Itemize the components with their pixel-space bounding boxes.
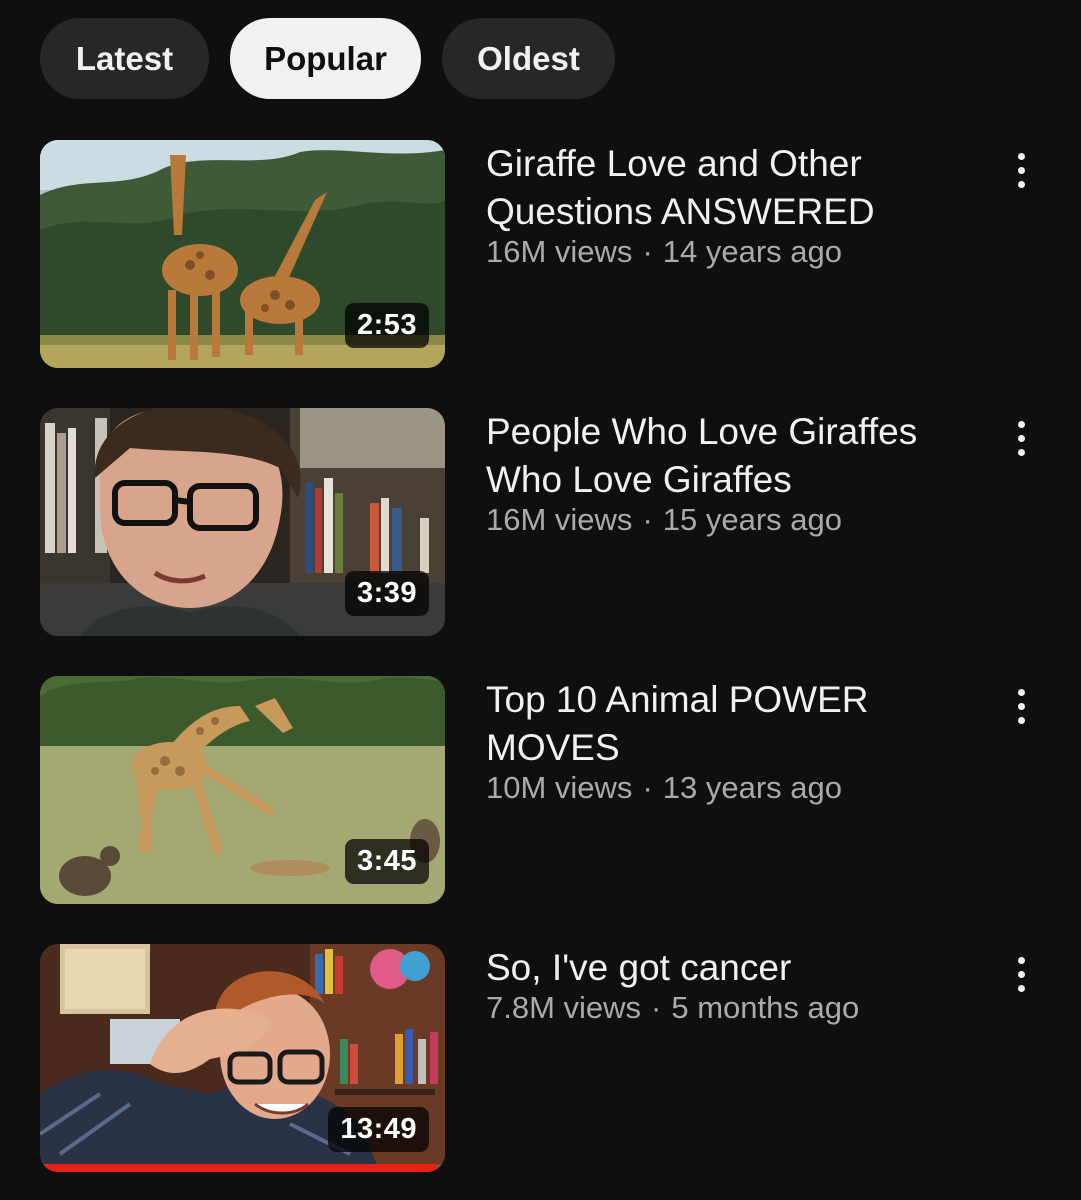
video-views: 16M views (486, 502, 633, 537)
video-stats: 16M views · 14 years ago (486, 232, 966, 272)
video-views: 10M views (486, 770, 633, 805)
video-views: 7.8M views (486, 990, 642, 1025)
separator-dot: · (642, 234, 653, 269)
more-options-icon[interactable] (1001, 684, 1041, 728)
video-item[interactable]: 13:49 So, I've got cancer 7.8M views · 5 m… (40, 944, 1040, 1172)
separator-dot: · (642, 770, 653, 805)
video-age: 14 years ago (662, 234, 842, 269)
video-meta: So, I've got cancer 7.8M views · 5 months … (486, 944, 966, 1028)
video-duration: 2:53 (344, 303, 429, 348)
filter-chip-oldest[interactable]: Oldest (442, 18, 615, 99)
video-item[interactable]: 3:39 People Who Love Giraffes Who Love G… (40, 408, 1040, 636)
video-meta: Top 10 Animal POWER MOVES 10M views · 13 y… (486, 676, 966, 808)
video-thumbnail[interactable]: 3:45 (40, 676, 445, 904)
video-thumbnail[interactable]: 13:49 (40, 944, 445, 1172)
watch-progress-fill (40, 1164, 437, 1172)
video-title[interactable]: Top 10 Animal POWER MOVES (486, 676, 966, 772)
video-stats: 16M views · 15 years ago (486, 500, 966, 540)
sort-filter-bar: Latest Popular Oldest (40, 18, 615, 99)
video-duration: 3:45 (344, 839, 429, 884)
separator-dot: · (642, 502, 653, 537)
more-options-icon[interactable] (1001, 952, 1041, 996)
video-meta: Giraffe Love and Other Questions ANSWERE… (486, 140, 966, 272)
separator-dot: · (651, 990, 662, 1025)
video-title[interactable]: People Who Love Giraffes Who Love Giraff… (486, 408, 966, 504)
filter-chip-popular[interactable]: Popular (230, 18, 421, 99)
video-age: 15 years ago (662, 502, 842, 537)
video-stats: 10M views · 13 years ago (486, 768, 966, 808)
video-duration: 13:49 (328, 1107, 429, 1152)
video-item[interactable]: 3:45 Top 10 Animal POWER MOVES 10M views… (40, 676, 1040, 904)
video-stats: 7.8M views · 5 months ago (486, 988, 966, 1028)
video-item[interactable]: 2:53 Giraffe Love and Other Questions AN… (40, 140, 1040, 368)
video-age: 13 years ago (662, 770, 842, 805)
more-options-icon[interactable] (1001, 416, 1041, 460)
more-options-icon[interactable] (1001, 148, 1041, 192)
video-title[interactable]: Giraffe Love and Other Questions ANSWERE… (486, 140, 966, 236)
video-title[interactable]: So, I've got cancer (486, 944, 966, 992)
video-views: 16M views (486, 234, 633, 269)
watch-progress-bar (40, 1164, 445, 1172)
video-meta: People Who Love Giraffes Who Love Giraff… (486, 408, 966, 540)
video-age: 5 months ago (671, 990, 860, 1025)
video-thumbnail[interactable]: 3:39 (40, 408, 445, 636)
video-duration: 3:39 (344, 571, 429, 616)
video-thumbnail[interactable]: 2:53 (40, 140, 445, 368)
filter-chip-latest[interactable]: Latest (40, 18, 209, 99)
